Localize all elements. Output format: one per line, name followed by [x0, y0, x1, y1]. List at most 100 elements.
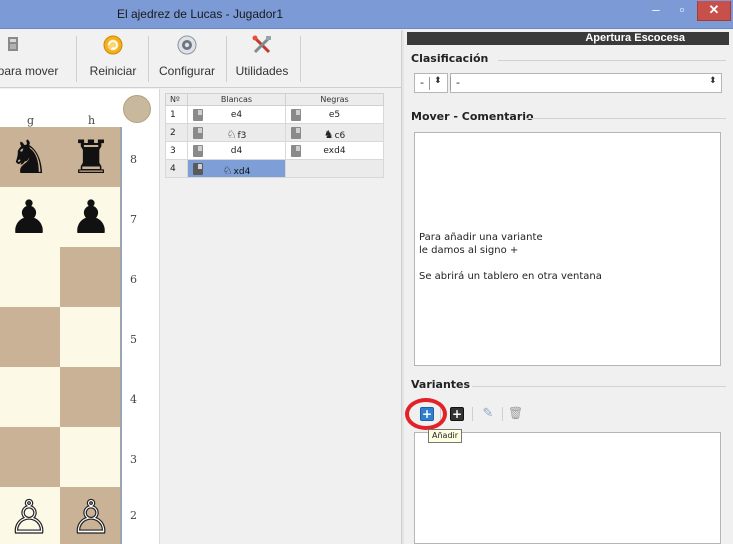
toolbar-separator: [502, 407, 503, 421]
comment-label: Mover - Comentario: [411, 110, 534, 123]
utilities-button[interactable]: Utilidades: [232, 30, 292, 88]
knight-figurine-icon: ♞: [323, 128, 334, 141]
maximize-button[interactable]: ▫: [671, 1, 693, 21]
toolbar-separator: [148, 36, 149, 82]
updown-arrow-icon: ⬍: [709, 76, 717, 86]
variants-label: Variantes: [411, 378, 471, 391]
move-button-label: para mover: [0, 64, 59, 78]
cursor-icon: [8, 37, 18, 51]
rank-label-7: 7: [130, 213, 137, 226]
group-divider: [526, 118, 726, 119]
toolbar-separator: [300, 36, 301, 82]
black-move-cell[interactable]: e5: [285, 105, 384, 124]
classification-label: Clasificación: [411, 52, 489, 65]
table-row[interactable]: 2 ♘f3 ♞c6: [165, 123, 384, 142]
black-rook-piece[interactable]: ♜: [60, 127, 122, 187]
utilities-button-label: Utilidades: [235, 64, 289, 78]
refresh-icon: [103, 35, 123, 55]
move-number: 4: [165, 159, 188, 178]
gear-icon: [177, 35, 197, 55]
white-move-cell[interactable]: e4: [187, 105, 286, 124]
moves-panel: Nº Blancas Negras 1 e4 e5 2 ♘f3 ♞c6 3 d4…: [160, 89, 401, 544]
classification-code-value: -: [420, 76, 424, 89]
window-title: El ajedrez de Lucas - Jugador1: [116, 7, 284, 21]
white-move: d4: [230, 146, 243, 156]
combo-divider: [450, 77, 451, 90]
rank-label-8: 8: [130, 153, 137, 166]
table-row[interactable]: 3 d4 exd4: [165, 141, 384, 160]
square-h4[interactable]: [60, 367, 122, 427]
white-move-cell[interactable]: d4: [187, 141, 286, 160]
white-move: f3: [237, 131, 247, 141]
table-row[interactable]: 4 ♘xd4: [165, 159, 384, 178]
variants-list[interactable]: [414, 432, 721, 544]
toolbar-separator: [76, 36, 77, 82]
col-header-white: Blancas: [187, 93, 286, 106]
configure-button[interactable]: Configurar: [155, 30, 219, 88]
minimize-button[interactable]: –: [645, 1, 667, 21]
square-h5[interactable]: [60, 307, 122, 367]
title-bar: El ajedrez de Lucas - Jugador1 – ▫ ✕: [0, 0, 733, 29]
square-g3[interactable]: [0, 427, 60, 487]
updown-arrow-icon: ⬍: [434, 76, 442, 86]
knight-figurine-icon: ♘: [222, 164, 233, 177]
move-button[interactable]: para mover: [0, 30, 66, 88]
rank-label-2: 2: [130, 509, 137, 522]
knight-figurine-icon: ♘: [226, 128, 237, 141]
move-number: 1: [165, 105, 188, 124]
configure-button-label: Configurar: [158, 64, 216, 78]
black-move-cell[interactable]: exd4: [285, 141, 384, 160]
black-move-cell[interactable]: [285, 159, 384, 178]
close-button[interactable]: ✕: [697, 1, 731, 21]
black-move: exd4: [323, 146, 346, 156]
classification-code-select[interactable]: - ⬍: [414, 73, 448, 93]
info-panel: Apertura Escocesa Clasificación - ⬍ - ⬍ …: [404, 30, 733, 544]
highlight-circle: [405, 398, 447, 430]
black-pawn-piece[interactable]: ♟: [0, 187, 60, 247]
classification-name-select[interactable]: - ⬍: [450, 73, 722, 93]
black-pawn-piece[interactable]: ♟: [60, 187, 122, 247]
turn-indicator: [123, 95, 151, 123]
white-move: xd4: [233, 167, 251, 177]
move-number: 3: [165, 141, 188, 160]
col-header-num: Nº: [165, 93, 188, 106]
white-move-cell[interactable]: ♘f3: [187, 123, 286, 142]
col-header-black: Negras: [285, 93, 384, 106]
black-move-text: ♞c6: [286, 128, 383, 141]
square-h3[interactable]: [60, 427, 122, 487]
black-move: c6: [334, 131, 346, 141]
black-knight-piece[interactable]: ♞: [0, 127, 60, 187]
white-move-text: ♘f3: [188, 128, 285, 141]
delete-variant-icon[interactable]: 🗑: [508, 407, 523, 421]
move-number: 2: [165, 123, 188, 142]
table-row[interactable]: 1 e4 e5: [165, 105, 384, 124]
group-divider: [498, 60, 726, 61]
square-g4[interactable]: [0, 367, 60, 427]
toolbar-separator: [226, 36, 227, 82]
edit-variant-icon[interactable]: ✎: [480, 407, 496, 421]
square-h6[interactable]: [60, 247, 122, 307]
black-move-cell[interactable]: ♞c6: [285, 123, 384, 142]
black-move: e5: [328, 110, 341, 120]
main-toolbar: para mover Reiniciar Configurar Utilidad…: [0, 30, 401, 88]
white-pawn-piece[interactable]: ♙: [60, 487, 122, 544]
white-move-cell-selected[interactable]: ♘xd4: [187, 159, 286, 178]
add-subvariant-button[interactable]: +: [450, 407, 464, 421]
rank-label-3: 3: [130, 453, 137, 466]
white-move: e4: [230, 110, 243, 120]
file-label-g: g: [27, 114, 35, 127]
opening-title: Apertura Escocesa: [407, 32, 729, 45]
tools-icon: [252, 35, 271, 54]
square-g5[interactable]: [0, 307, 60, 367]
restart-button[interactable]: Reiniciar: [85, 30, 141, 88]
white-pawn-piece[interactable]: ♙: [0, 487, 60, 544]
combo-divider: [429, 77, 430, 90]
chess-board: g h ♞ ♜ ♟ ♟ ♙ ♙ 8 7 6 5 4 3 2: [0, 89, 160, 544]
add-tooltip: Añadir: [428, 429, 463, 443]
rank-label-4: 4: [130, 393, 137, 406]
comment-textarea[interactable]: Para añadir una variante le damos al sig…: [414, 132, 721, 366]
square-g6[interactable]: [0, 247, 60, 307]
group-divider: [472, 386, 726, 387]
rank-label-5: 5: [130, 333, 137, 346]
white-move-text: ♘xd4: [188, 164, 285, 177]
